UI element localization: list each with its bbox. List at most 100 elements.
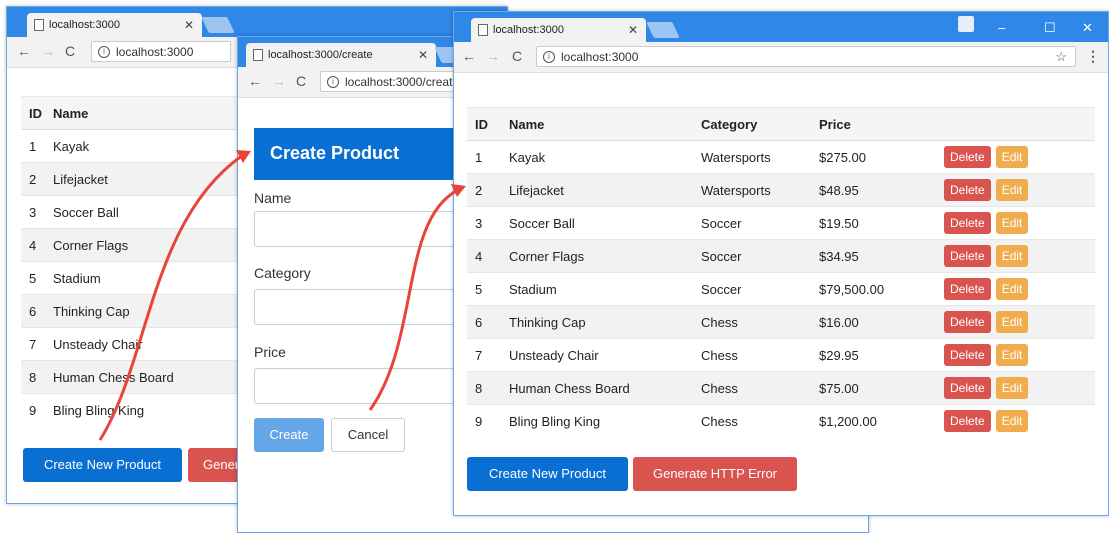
arrow-left-icon[interactable]: ← — [17, 43, 31, 59]
close-icon[interactable]: ✕ — [418, 48, 428, 62]
tab-title: localhost:3000/create — [268, 49, 373, 61]
address-bar[interactable]: i localhost:3000 — [91, 41, 231, 62]
cell-actions: Delete Edit — [917, 272, 1095, 306]
edit-button[interactable]: Edit — [995, 311, 1029, 333]
cell-actions: Delete Edit — [917, 239, 1095, 273]
arrow-left-icon[interactable]: ← — [248, 73, 262, 89]
arrow-right-icon[interactable]: → — [272, 73, 286, 89]
edit-button[interactable]: Edit — [995, 377, 1029, 399]
column-header-name: Name — [501, 107, 693, 141]
cell-price: $29.95 — [811, 338, 917, 372]
cell-price: $1,200.00 — [811, 404, 917, 438]
address-bar[interactable]: i localhost:3000 ☆ — [536, 46, 1076, 67]
column-header-actions — [917, 107, 1095, 141]
delete-button[interactable]: Delete — [944, 146, 991, 168]
cell-id: 2 — [21, 162, 45, 196]
create-button[interactable]: Create — [254, 418, 324, 452]
table-row: 5 Stadium Soccer $79,500.00 Delete Edit — [467, 272, 1095, 306]
more-vert-icon[interactable]: ⋮ — [1086, 48, 1100, 65]
browser-tab[interactable]: localhost:3000 ✕ — [471, 18, 646, 42]
table-row: 6 Thinking Cap Chess $16.00 Delete Edit — [467, 305, 1095, 339]
create-new-product-button[interactable]: Create New Product — [467, 457, 628, 491]
tab-title: localhost:3000 — [49, 19, 120, 31]
cell-price: $75.00 — [811, 371, 917, 405]
arrow-left-icon[interactable]: ← — [462, 48, 476, 64]
cell-name: Soccer Ball — [501, 206, 693, 240]
delete-button[interactable]: Delete — [944, 410, 991, 433]
delete-button[interactable]: Delete — [944, 212, 991, 234]
reload-icon[interactable]: C — [296, 73, 306, 89]
column-header-id: ID — [21, 96, 45, 130]
cell-name: Thinking Cap — [501, 305, 693, 339]
table-row: 1 Kayak Watersports $275.00 Delete Edit — [467, 140, 1095, 174]
star-icon[interactable]: ☆ — [1055, 49, 1067, 65]
cell-price: $19.50 — [811, 206, 917, 240]
cell-category: Soccer — [693, 239, 811, 273]
delete-button[interactable]: Delete — [944, 344, 991, 366]
cell-name: Bling Bling King — [501, 404, 693, 438]
edit-button[interactable]: Edit — [995, 146, 1029, 168]
minimize-icon[interactable]: – — [998, 20, 1005, 35]
arrow-right-icon[interactable]: → — [486, 48, 500, 64]
edit-button[interactable]: Edit — [995, 245, 1029, 267]
delete-button[interactable]: Delete — [944, 278, 991, 300]
delete-button[interactable]: Delete — [944, 179, 991, 201]
cell-category: Chess — [693, 404, 811, 438]
cell-category: Chess — [693, 305, 811, 339]
close-icon[interactable]: ✕ — [184, 18, 194, 32]
cell-name: Kayak — [501, 140, 693, 174]
close-window-icon[interactable]: ✕ — [1082, 20, 1093, 36]
cell-name: Corner Flags — [501, 239, 693, 273]
edit-button[interactable]: Edit — [995, 278, 1029, 300]
cell-id: 5 — [467, 272, 501, 306]
browser-toolbar: ← → C i localhost:3000 ☆ ⋮ — [454, 42, 1108, 73]
cell-actions: Delete Edit — [917, 404, 1095, 438]
profile-icon[interactable] — [958, 16, 974, 32]
reload-icon[interactable]: C — [65, 43, 75, 59]
cell-actions: Delete Edit — [917, 140, 1095, 174]
browser-tab[interactable]: localhost:3000/create ✕ — [246, 43, 436, 67]
table-row: 2 Lifejacket Watersports $48.95 Delete Edit — [467, 173, 1095, 207]
arrow-right-icon[interactable]: → — [41, 43, 55, 59]
cell-actions: Delete Edit — [917, 305, 1095, 339]
delete-button[interactable]: Delete — [944, 245, 991, 267]
info-icon: i — [327, 76, 339, 88]
generate-http-error-button[interactable]: Generate HTTP Error — [633, 457, 797, 491]
close-icon[interactable]: ✕ — [628, 23, 638, 37]
cell-id: 8 — [21, 360, 45, 394]
document-icon — [253, 49, 263, 61]
create-new-product-button[interactable]: Create New Product — [23, 448, 182, 482]
cell-category: Watersports — [693, 173, 811, 207]
maximize-icon[interactable]: ☐ — [1044, 20, 1056, 36]
browser-tab[interactable]: localhost:3000 ✕ — [27, 13, 202, 37]
cell-id: 2 — [467, 173, 501, 207]
cell-price: $48.95 — [811, 173, 917, 207]
edit-button[interactable]: Edit — [995, 410, 1029, 433]
cancel-button[interactable]: Cancel — [331, 418, 405, 452]
cell-price: $275.00 — [811, 140, 917, 174]
cell-id: 7 — [467, 338, 501, 372]
cell-id: 5 — [21, 261, 45, 295]
column-header-price: Price — [811, 107, 917, 141]
address-url: localhost:3000 — [116, 45, 194, 59]
edit-button[interactable]: Edit — [995, 179, 1029, 201]
cell-id: 7 — [21, 327, 45, 361]
edit-button[interactable]: Edit — [995, 344, 1029, 366]
table-row: 9 Bling Bling King Chess $1,200.00 Delete Edi… — [467, 404, 1095, 438]
reload-icon[interactable]: C — [512, 48, 522, 64]
cell-price: $34.95 — [811, 239, 917, 273]
cell-id: 1 — [21, 129, 45, 163]
document-icon — [478, 24, 488, 36]
cell-name: Lifejacket — [501, 173, 693, 207]
delete-button[interactable]: Delete — [944, 377, 991, 399]
delete-button[interactable]: Delete — [944, 311, 991, 333]
cell-id: 3 — [467, 206, 501, 240]
cell-actions: Delete Edit — [917, 206, 1095, 240]
cell-name: Stadium — [501, 272, 693, 306]
edit-button[interactable]: Edit — [995, 212, 1029, 234]
cell-actions: Delete Edit — [917, 338, 1095, 372]
cell-id: 3 — [21, 195, 45, 229]
column-header-category: Category — [693, 107, 811, 141]
cell-price: $79,500.00 — [811, 272, 917, 306]
cell-id: 4 — [21, 228, 45, 262]
